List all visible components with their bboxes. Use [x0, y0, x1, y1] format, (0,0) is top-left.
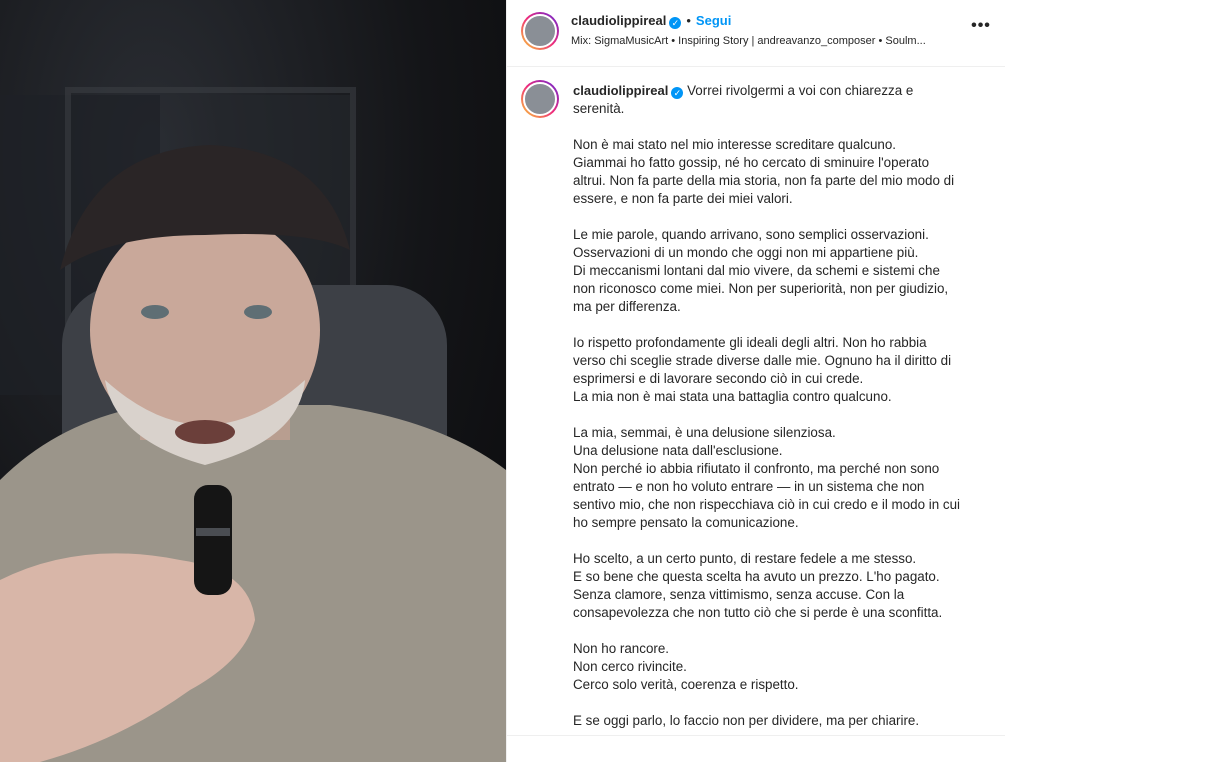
- header-user-line: claudiolippireal ✓ • Segui: [571, 13, 731, 29]
- verified-badge-icon: ✓: [669, 17, 682, 29]
- caption-paragraph: Io rispetto profondamente gli ideali deg…: [573, 335, 952, 404]
- header-username[interactable]: claudiolippireal: [571, 13, 666, 28]
- caption-text: claudiolippireal ✓ Vorrei rivolgermi a vo…: [573, 82, 963, 748]
- caption-paragraph: La mia, semmai, è una delusione silenzio…: [573, 425, 961, 530]
- caption-avatar[interactable]: [521, 80, 559, 118]
- divider: [507, 735, 1005, 736]
- post-header: claudiolippireal ✓ • Segui Mix: SigmaMusicA…: [507, 0, 1005, 67]
- video-still: [0, 87, 506, 762]
- caption-paragraph: Ho scelto, a un certo punto, di restare …: [573, 551, 943, 620]
- caption-paragraph: Non è mai stato nel mio interesse scredi…: [573, 137, 955, 206]
- separator-dot: •: [686, 13, 691, 28]
- caption-first-line: claudiolippireal ✓ Vorrei rivolgermi a vo…: [573, 82, 963, 118]
- caption-paragraph: Non ho rancore. Non cerco rivincite. Cer…: [573, 641, 799, 692]
- verified-badge-icon: ✓: [671, 87, 684, 99]
- more-options-icon[interactable]: •••: [969, 16, 993, 40]
- audio-label[interactable]: Mix: SigmaMusicArt • Inspiring Story | a…: [571, 35, 961, 47]
- post-panel: claudiolippireal ✓ • Segui Mix: SigmaMusicA…: [506, 0, 1005, 762]
- caption-paragraph: E se oggi parlo, lo faccio non per divid…: [573, 713, 920, 728]
- caption-paragraph: Le mie parole, quando arrivano, sono sem…: [573, 227, 949, 314]
- follow-button[interactable]: Segui: [696, 13, 731, 28]
- video-frame[interactable]: [0, 0, 506, 762]
- avatar[interactable]: [521, 12, 559, 50]
- caption-username[interactable]: claudiolippireal: [573, 83, 668, 98]
